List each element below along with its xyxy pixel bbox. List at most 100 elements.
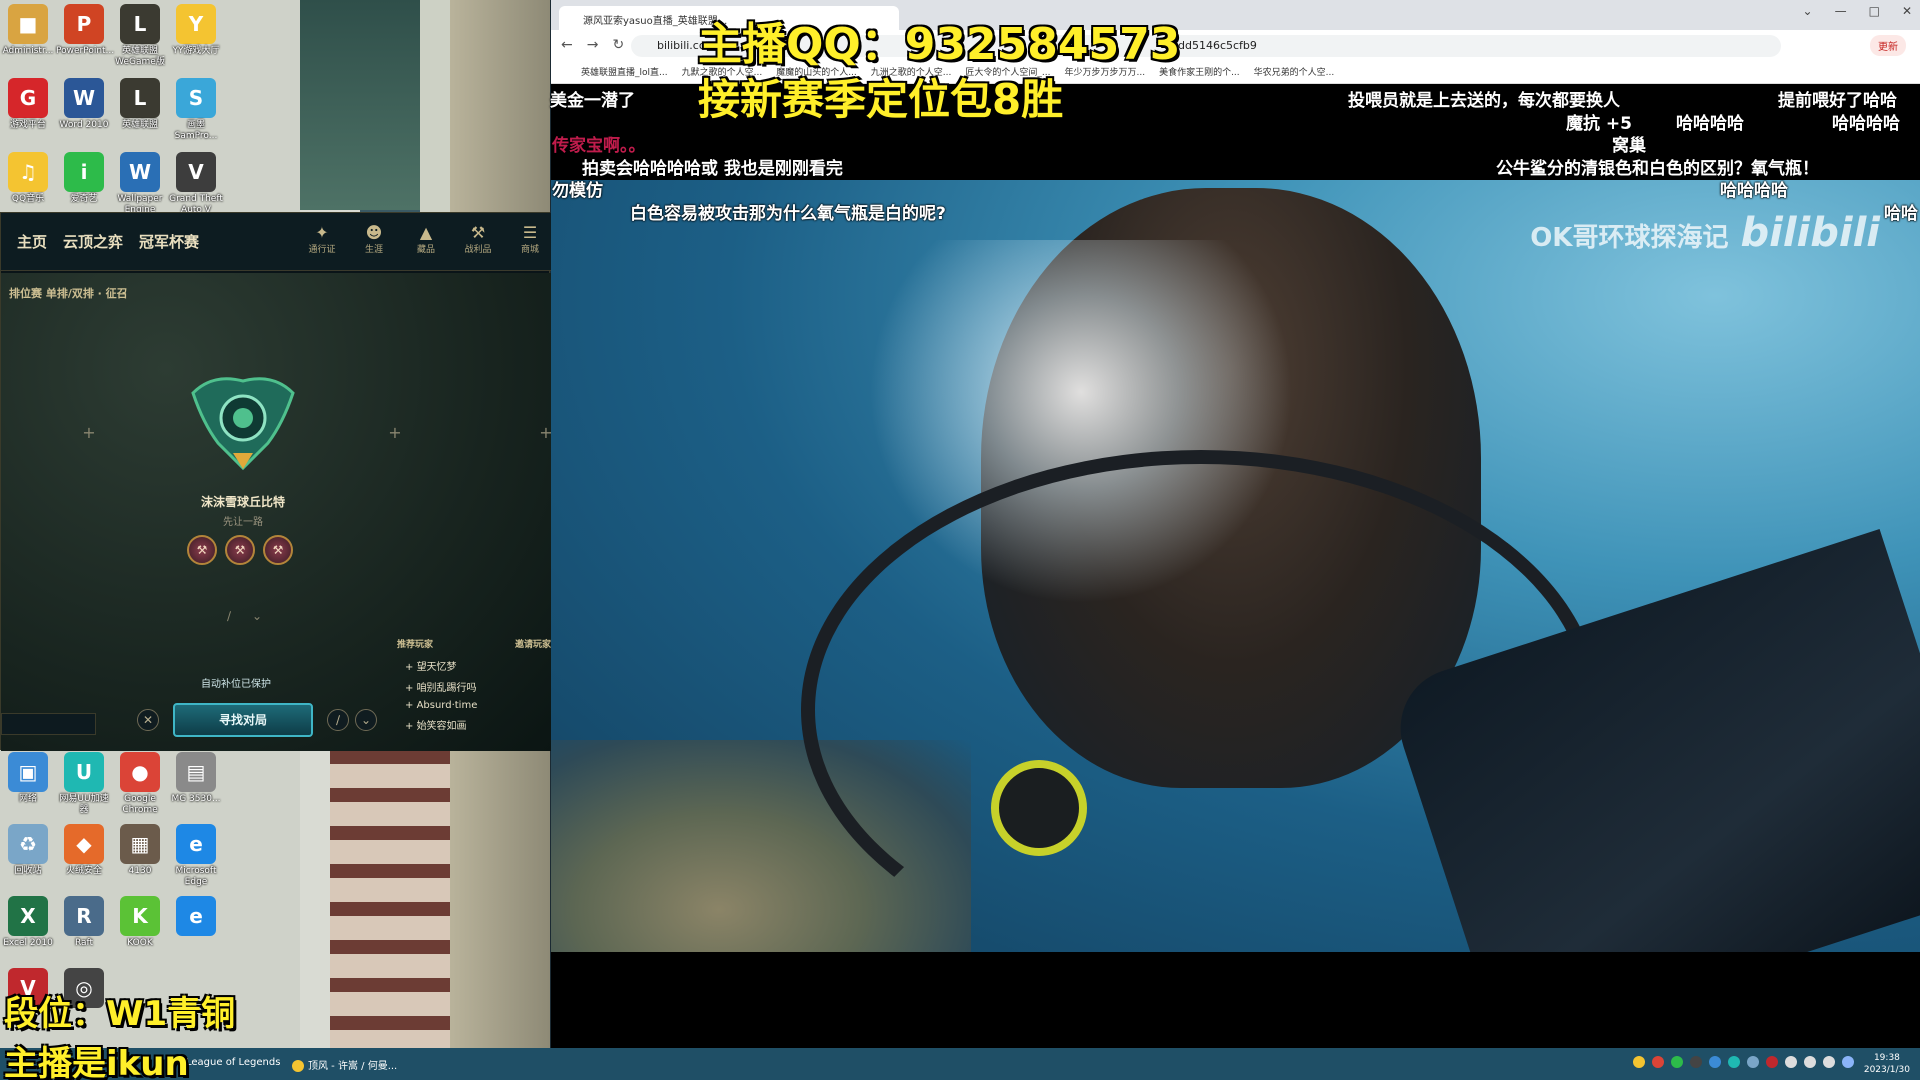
volume-icon[interactable] [1785,1056,1797,1068]
desktop-icon[interactable]: ▣ 网络 [0,752,56,805]
desktop-icon[interactable]: ◆ 火绒安全 [56,824,112,877]
desktop-icon[interactable]: R Raft [56,896,112,949]
secondary-role-icon[interactable]: ⚒ [225,535,255,565]
pass-icon[interactable]: ✦ 通行证 [305,223,339,255]
chevron-down-icon[interactable]: ⌄ [355,709,377,731]
tray-icon[interactable] [1728,1056,1740,1068]
desktop-icon[interactable]: e [168,896,224,938]
desktop-icon[interactable]: ▦ 4130 [112,824,168,877]
forward-icon[interactable]: → [587,37,599,53]
summoner-card: 沫沫雪球丘比特 先让一路 [173,493,313,528]
desktop-icon[interactable]: ♻ 回收站 [0,824,56,877]
tray-icon[interactable] [1747,1056,1759,1068]
find-match-button[interactable]: 寻找对局 [173,703,313,737]
maximize-icon[interactable]: □ [1869,4,1880,18]
stream-overlay-rank: 段位：W1青铜 [4,994,236,1034]
minimize-icon[interactable]: — [1835,4,1847,18]
desktop-icon[interactable]: ● Google Chrome [112,752,168,816]
chat-input[interactable] [1,713,96,735]
invite-plus-icon[interactable]: + [405,721,417,732]
back-icon[interactable]: ← [561,37,573,53]
loot-icon[interactable]: ⚒ 战利品 [461,223,495,255]
search-icon[interactable] [1842,1056,1854,1068]
input-method-icon[interactable] [1823,1056,1835,1068]
desktop-icon[interactable]: W Wallpaper Engine [112,152,168,216]
collection-icon[interactable]: ▲ 藏品 [409,223,443,255]
invite-slot-plus-icon[interactable]: + [79,423,99,443]
network-icon[interactable] [1804,1056,1816,1068]
tray-icon[interactable] [1652,1056,1664,1068]
friend-name: 望天忆梦 [416,662,457,673]
app-icon: ◆ [64,824,104,864]
recommended-players-header: 推荐玩家 [397,640,434,650]
desktop-icon[interactable]: G 游戏平台 [0,78,56,131]
profile-icon[interactable]: ☻ 生涯 [357,223,391,255]
nav-icon-label: 生涯 [364,245,383,255]
store-icon[interactable]: ☰ 商城 [513,223,547,255]
desktop-icon[interactable]: ■ Administr... [0,4,56,57]
tab-clash[interactable]: 冠军杯赛 [139,231,199,252]
desktop-icon[interactable]: i 爱奇艺 [56,152,112,205]
taskbar-item-league[interactable]: League of Legends [186,1057,280,1068]
invite-plus-icon[interactable]: + [405,662,417,673]
reload-icon[interactable]: ↻ [612,37,624,53]
edit-icon[interactable]: ∕ [219,609,239,629]
desktop-icon[interactable]: L 英雄联盟 WeGame版 [112,4,168,68]
taskbar-item-music[interactable]: 顶风 - 许嵩 / 何曼... [292,1057,397,1072]
tray-icon[interactable] [1766,1056,1778,1068]
friend-name: 咱别乱踢行吗 [416,683,477,694]
invite-slot-plus-icon[interactable]: + [385,423,405,443]
tray-icon[interactable] [1709,1056,1721,1068]
close-icon[interactable]: ✕ [1902,4,1912,18]
invite-plus-icon[interactable]: + [405,700,417,711]
video-player[interactable]: OK哥环球探海记 bilibili [551,180,1920,952]
close-icon[interactable]: ✕ [137,709,159,731]
desktop-icon[interactable]: S 画墨SamPro... [168,78,224,142]
friend-list-item[interactable]: + 咱别乱踢行吗 [405,679,551,694]
pressure-gauge [991,760,1087,856]
bookmark-item[interactable]: 华农兄弟的个人空... [1254,65,1335,83]
taskbar-clock[interactable]: 19:38 2023/1/30 [1864,1052,1910,1076]
invite-slot-plus-icon[interactable]: + [536,423,556,443]
tab-tft[interactable]: 云顶之弈 [63,231,123,252]
desktop-icon[interactable]: W Word 2010 [56,78,112,131]
chevron-down-icon[interactable]: ⌄ [1803,4,1813,18]
primary-role-icon[interactable]: ⚒ [187,535,217,565]
friend-name: Absurd·time [416,700,478,711]
friend-list-item[interactable]: + 始笑容如画 [405,717,551,732]
tray-icon[interactable] [1690,1056,1702,1068]
nav-icon-label: 藏品 [416,245,435,255]
desktop-icon[interactable]: L 英雄联盟 [112,78,168,131]
tray-icon[interactable] [1671,1056,1683,1068]
recommended-players-panel: 推荐玩家 邀请玩家 + 望天忆梦 + 咱别乱踢行吗 + Absurd·time + 始… [397,637,551,732]
queue-mode-label: 排位赛 单排/双排 · 征召 [9,287,128,300]
desktop-icon[interactable]: ▤ MG 3530... [168,752,224,805]
desktop-icon[interactable]: Y YY游戏大厅 [168,4,224,57]
desktop-icon[interactable]: e Microsoft Edge [168,824,224,888]
invite-players-header[interactable]: 邀请玩家 [515,637,551,650]
danmaku-comment: 白色容易被攻击那为什么氧气瓶是白的呢? [630,204,946,224]
nav-icon-group: ✦ 通行证 ☻ 生涯 ▲ 藏品 ⚒ 战利品 ☰ 商城 [305,223,547,255]
taskbar-item-label: 顶风 - 许嵩 / 何曼... [308,1061,398,1072]
desktop-icon[interactable]: K KOOK [112,896,168,949]
tertiary-role-icon[interactable]: ⚒ [263,535,293,565]
chevron-down-icon[interactable]: ⌄ [247,609,267,629]
bookmark-item[interactable]: 英雄联盟直播_lol直... [581,65,668,83]
desktop-icon[interactable]: P PowerPoint... [56,4,114,57]
desktop-icon[interactable]: V Grand Theft Auto V [168,152,224,216]
tray-icon[interactable] [1633,1056,1645,1068]
friend-list-item[interactable]: + 望天忆梦 [405,658,551,673]
invite-plus-icon[interactable]: + [405,683,417,694]
app-icon: U [64,752,104,792]
summoner-name: 沫沫雪球丘比特 [200,495,285,509]
friend-list-item[interactable]: + Absurd·time [405,700,551,711]
edit-icon[interactable]: ∕ [327,709,349,731]
tab-home[interactable]: 主页 [17,231,47,252]
app-icon: G [8,78,48,118]
desktop-icon[interactable]: ♫ QQ音乐 [0,152,56,205]
desktop-icon[interactable]: U 网易UU加速器 [56,752,112,816]
desktop-icon[interactable]: X Excel 2010 [0,896,56,949]
update-button[interactable]: 更新 [1870,35,1906,56]
danmaku-comment: 传家宝啊。。 [552,136,646,156]
danmaku-comment: 哈哈哈哈 [1676,114,1744,134]
